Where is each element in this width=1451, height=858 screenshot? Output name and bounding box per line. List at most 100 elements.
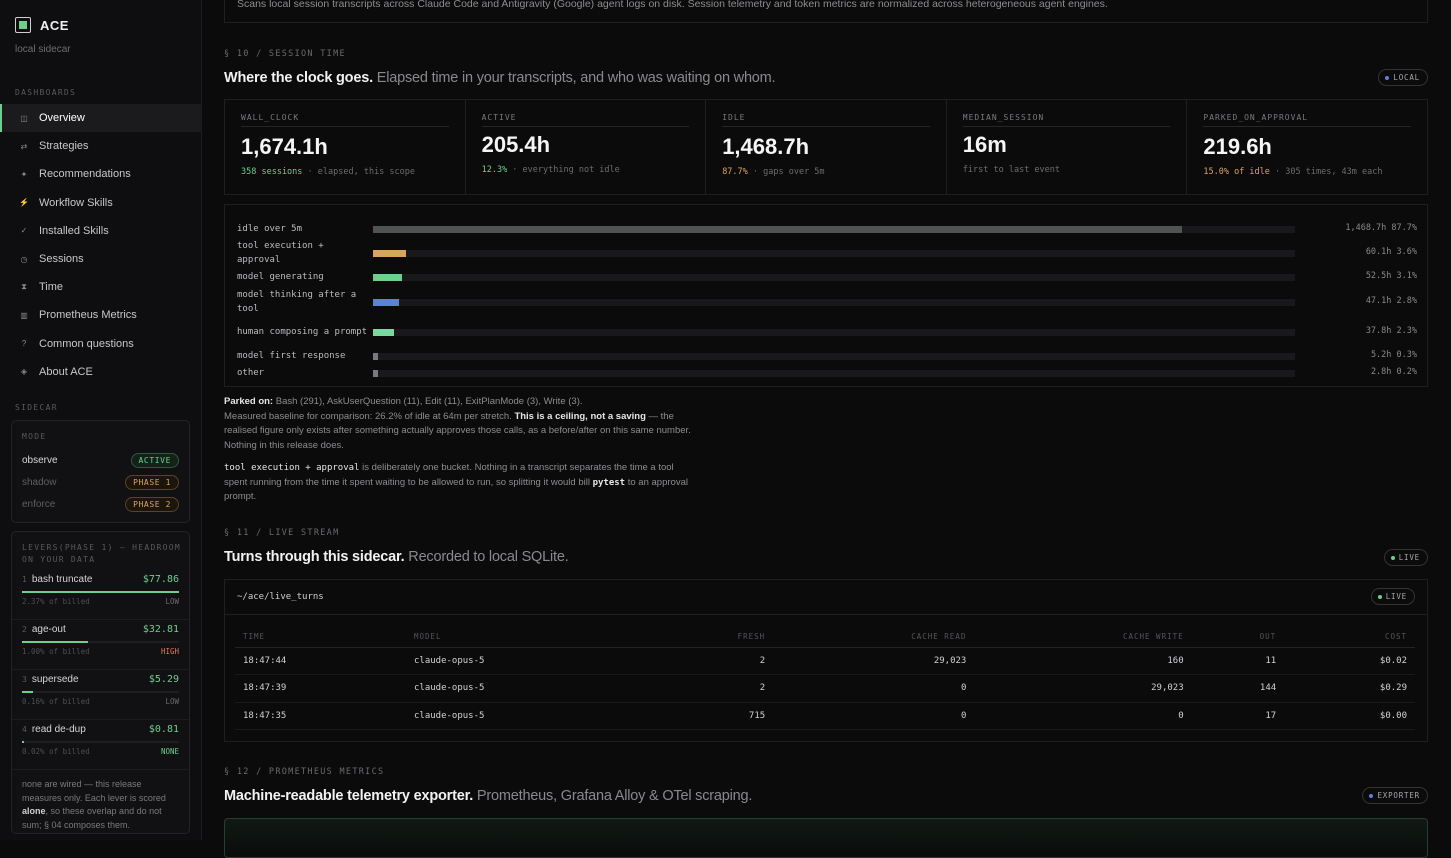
parked-label: Parked on: (224, 396, 274, 407)
lever-value: $32.81 (142, 624, 179, 635)
table-row[interactable]: 18:47:35 claude-opus-5 715 0 0 17 $0.00 (235, 702, 1415, 730)
table-cell-out: 144 (1191, 674, 1285, 703)
column-header-cost: COST (1284, 627, 1415, 648)
table-cell-out: 17 (1191, 702, 1285, 730)
table-cell-cost: $0.29 (1284, 674, 1415, 703)
lever-bar (22, 741, 179, 743)
diamond-icon: ◈ (20, 367, 28, 377)
lever-footer: 0.16% of billed LOW (22, 697, 179, 706)
sidebar-item-time[interactable]: ⧗ Time (0, 273, 202, 301)
lever-value: $0.81 (148, 724, 179, 735)
table-row[interactable]: 18:47:39 claude-opus-5 2 0 29,023 144 $0.29 (235, 674, 1415, 703)
section-subtitle: Recorded to local SQLite. (408, 549, 569, 565)
lever-bar (22, 591, 179, 593)
table-row[interactable]: 18:47:44 claude-opus-5 2 29,023 160 11 $0.02 (235, 647, 1415, 675)
stat-parked-on-approval: PARKED_ON_APPROVAL 219.6h 15.0% of idle · … (1187, 100, 1427, 194)
sidebar-item-strategies[interactable]: ⇄ Strategies (0, 132, 202, 160)
lever-read-de-dup: 4 read de-dup $0.81 0.02% of billed NONE (12, 720, 189, 770)
table-cell-time: 18:47:44 (235, 647, 406, 675)
stat-value: 1,468.7h (722, 134, 810, 159)
lever-name: 2 age-out (22, 624, 66, 635)
brand[interactable]: ACE (15, 17, 69, 33)
mode-heading: MODE (22, 432, 47, 441)
column-header-cache-read: CACHE READ (773, 627, 975, 648)
table-cell-model: claude-opus-5 (406, 674, 623, 703)
mode-label: shadow (22, 476, 57, 488)
lever-share: 0.16% of billed (22, 697, 90, 706)
badge-dot-icon (1377, 594, 1382, 599)
breakdown-bar-track (373, 250, 1295, 257)
stat-detail: · everything not idle (507, 165, 620, 175)
stat-subtext: 15.0% of idle · 305 times, 43m each (1203, 167, 1411, 177)
column-header-cache-write: CACHE WRITE (974, 627, 1192, 648)
lever-bash-truncate: 1 bash truncate $77.86 2.37% of billed LOW (12, 570, 189, 620)
breakdown-bar-fill (373, 353, 378, 360)
badge-dot-icon (1390, 555, 1395, 560)
sidecar-heading: SIDECAR (15, 403, 58, 412)
table-cell-cache-read: 0 (773, 674, 975, 703)
breakdown-row: human composing a prompt 37.8h 2.3% (237, 318, 1417, 346)
sidebar-item-workflow-skills[interactable]: ⚡ Workflow Skills (0, 189, 202, 217)
table-cell-cost: $0.00 (1284, 702, 1415, 730)
bar-chart-icon: ▥ (20, 310, 28, 320)
breakdown-label: idle over 5m (237, 224, 303, 234)
lever-header: 3 supersede $5.29 (22, 674, 179, 685)
breakdown-row: model thinking after a tool 47.1h 2.8% (237, 288, 1417, 316)
lever-footer: 1.00% of billed HIGH (22, 647, 179, 656)
table-cell-cache-write: 160 (974, 647, 1192, 675)
lever-header: 4 read de-dup $0.81 (22, 724, 179, 735)
stat-accent: 358 sessions (241, 167, 303, 177)
table-cell-time: 18:47:35 (235, 702, 406, 730)
lever-label: read de-dup (31, 724, 86, 735)
table-cell-time: 18:47:39 (235, 674, 406, 703)
sidebar-item-label: Recommendations (39, 168, 131, 181)
lever-name: 1 bash truncate (22, 574, 92, 585)
table-header-row: TIME MODEL FRESH CACHE READ CACHE WRITE OUT CO… (235, 627, 1415, 648)
table-cell-model: claude-opus-5 (406, 702, 623, 730)
breakdown-row: model first response 5.2h 0.3% (237, 349, 1417, 363)
sidebar-item-about-ace[interactable]: ◈ About ACE (0, 358, 202, 386)
breakdown-bar-track (373, 329, 1295, 336)
divider (225, 614, 1427, 615)
mode-observe[interactable]: observe ACTIVE (12, 449, 189, 471)
parked-text: Bash (291), AskUserQuestion (11), Edit (… (273, 396, 583, 407)
lever-label: supersede (31, 674, 79, 685)
sidebar-item-prometheus-metrics[interactable]: ▥ Prometheus Metrics (0, 301, 202, 329)
time-breakdown-chart: idle over 5m 1,468.7h 87.7% tool execution… (224, 204, 1428, 387)
badge-label: LOCAL (1393, 73, 1420, 82)
lever-level-badge: NONE (160, 747, 179, 756)
breakdown-row: model generating 52.5h 3.1% (237, 270, 1417, 284)
mode-enforce[interactable]: enforce PHASE 2 (12, 493, 189, 515)
stat-value: 219.6h (1203, 134, 1272, 159)
stat-median-session: MEDIAN_SESSION 16m first to last event (947, 100, 1188, 194)
exporter-panel (224, 818, 1428, 858)
stat-detail: · 305 times, 43m each (1269, 167, 1383, 177)
mode-shadow[interactable]: shadow PHASE 1 (12, 471, 189, 493)
section-title: Machine-readable telemetry exporter. (224, 788, 474, 804)
sidebar-item-sessions[interactable]: ◷ Sessions (0, 245, 202, 273)
stat-subtext: 87.7% · gaps over 5m (722, 167, 930, 177)
stat-label: MEDIAN_SESSION (962, 113, 1171, 127)
sidebar-item-overview[interactable]: ◫ Overview (0, 104, 202, 133)
mode-status-badge: PHASE 2 (125, 496, 179, 512)
sidebar-item-installed-skills[interactable]: ✓ Installed Skills (0, 217, 202, 245)
stat-detail: · gaps over 5m (747, 167, 825, 177)
section-title: Turns through this sidecar. (224, 549, 405, 565)
stat-value: 1,674.1h (241, 134, 328, 159)
question-icon: ? (21, 339, 27, 349)
panel-live-badge: LIVE (1370, 588, 1415, 605)
session-stats: WALL_CLOCK 1,674.1h 358 sessions · elapsed… (224, 99, 1428, 195)
stat-label: IDLE (722, 113, 930, 127)
sidebar-item-recommendations[interactable]: ✦ Recommendations (0, 160, 202, 188)
breakdown-row: tool execution + approval 60.1h 3.6% (237, 239, 1417, 267)
breakdown-value: 60.1h 3.6% (1365, 247, 1417, 257)
table-cell-fresh: 715 (622, 702, 774, 730)
sidebar-item-label: About ACE (39, 365, 93, 378)
table-cell-cache-write: 29,023 (974, 674, 1192, 703)
breakdown-bar-track (373, 226, 1295, 233)
lever-bar-fill (22, 691, 33, 693)
levers-list: 1 bash truncate $77.86 2.37% of billed LOW 2 a… (12, 570, 189, 770)
lever-label: bash truncate (31, 574, 93, 585)
lever-number: 4 (22, 725, 27, 734)
sidebar-item-common-questions[interactable]: ? Common questions (0, 330, 202, 358)
